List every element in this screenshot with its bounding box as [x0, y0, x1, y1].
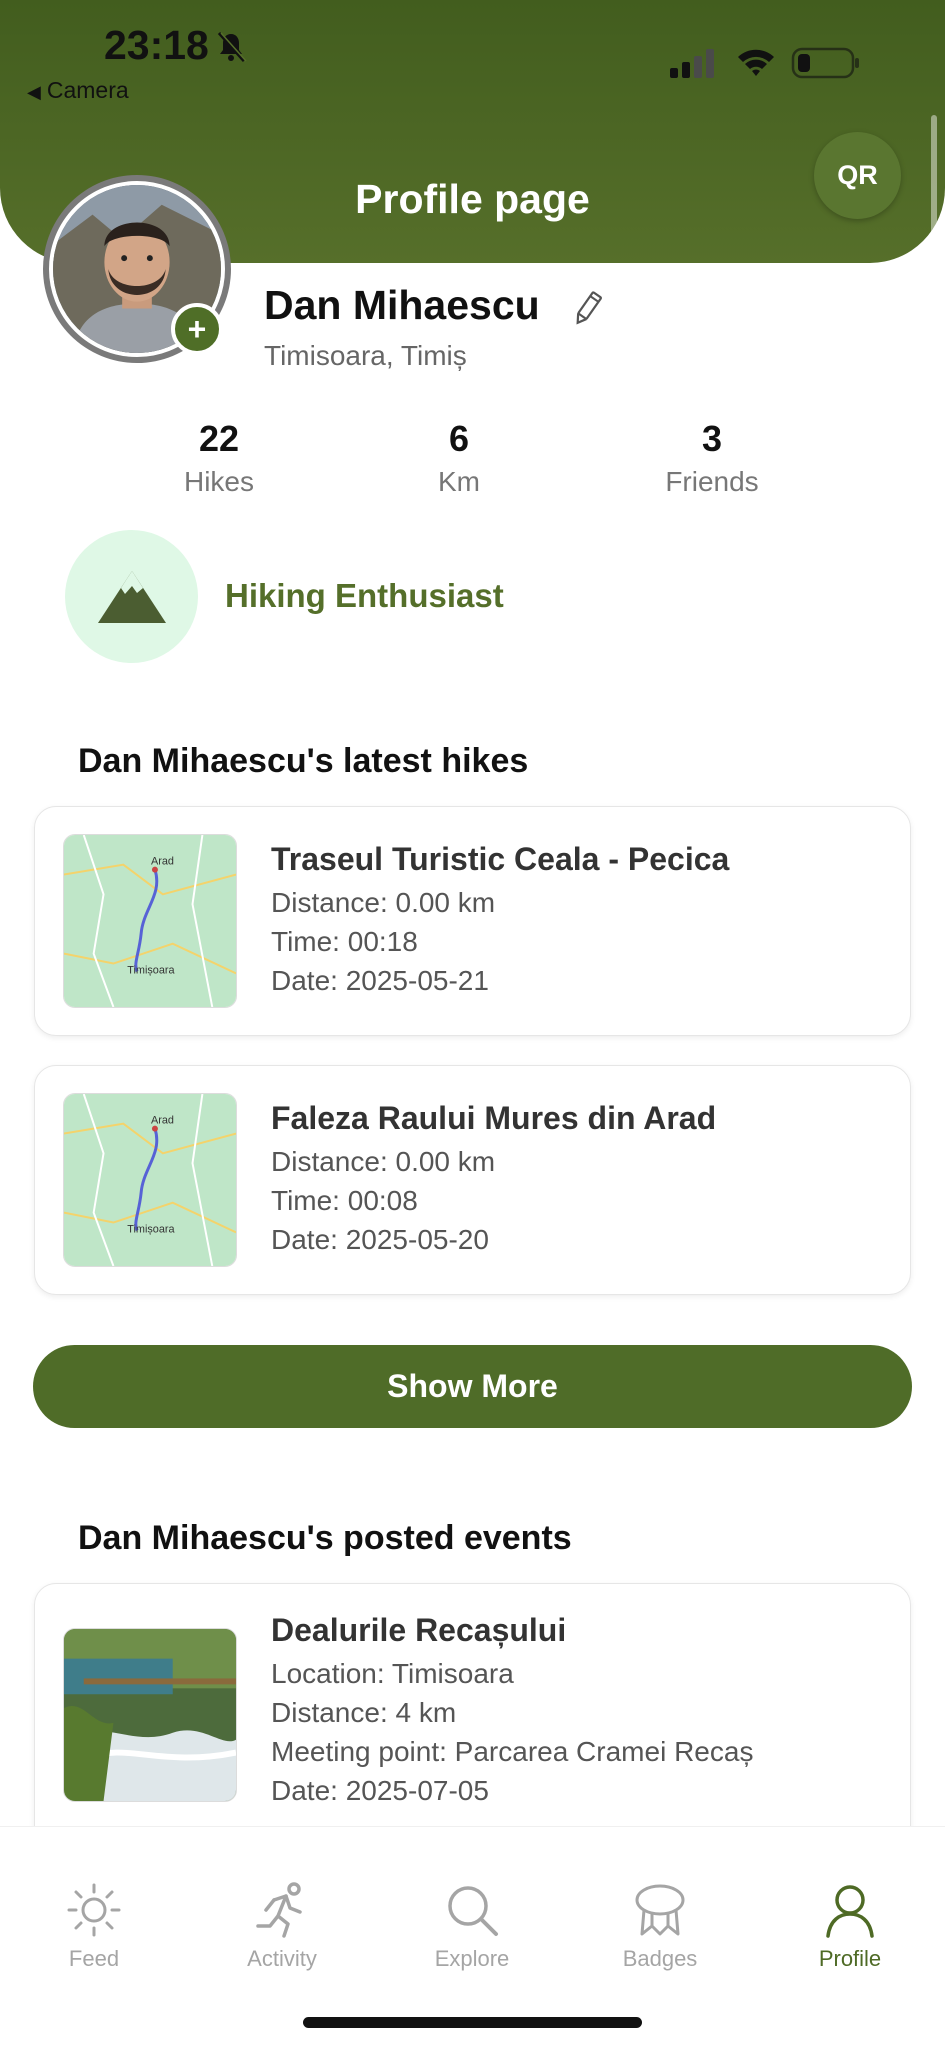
hike-time: Time: 00:08: [271, 1185, 418, 1216]
hike-name: Traseul Turistic Ceala - Pecica: [271, 841, 730, 877]
cellular-signal-icon: [670, 49, 714, 78]
tab-label: Activity: [247, 1946, 317, 1971]
mountain-icon: [97, 570, 166, 623]
tab-profile[interactable]: Profile: [780, 1880, 920, 1972]
show-more-button[interactable]: Show More: [33, 1345, 912, 1428]
wifi-icon: [738, 49, 774, 76]
hikes-section-title: Dan Mihaescu's latest hikes: [78, 742, 529, 780]
hike-name: Faleza Raului Mures din Arad: [271, 1100, 717, 1136]
event-photo: [63, 1628, 237, 1802]
tab-label: Profile: [818, 1946, 882, 1971]
hike-card[interactable]: Arad Timișoara Traseul Turistic Ceala - …: [34, 806, 911, 1036]
events-section-title: Dan Mihaescu's posted events: [78, 1519, 572, 1557]
stat-value: 22: [198, 418, 240, 459]
status-time: 23:18: [104, 22, 209, 68]
back-to-camera-link[interactable]: ◀ Camera: [27, 77, 129, 104]
hike-card[interactable]: Arad Timișoara Faleza Raului Mures din A…: [34, 1065, 911, 1295]
badge-icon: [635, 1884, 685, 1936]
add-photo-button[interactable]: +: [171, 303, 223, 355]
badge-circle[interactable]: [65, 530, 198, 663]
stat-label: Friends: [665, 466, 759, 497]
event-name: Dealurile Recașului: [271, 1612, 567, 1648]
stat-label: Km: [438, 466, 480, 497]
event-location: Location: Timisoara: [271, 1658, 514, 1689]
home-indicator[interactable]: [303, 2017, 642, 2028]
hike-map-thumbnail: Arad Timișoara: [63, 834, 237, 1008]
stat-km[interactable]: 6 Km: [359, 418, 559, 498]
hike-date: Date: 2025-05-21: [271, 965, 489, 996]
profile-location: Timisoara, Timiș: [264, 340, 467, 371]
hike-date: Date: 2025-05-20: [271, 1224, 489, 1255]
map-label: Arad: [151, 856, 174, 868]
stat-value: 3: [701, 418, 723, 459]
event-distance: Distance: 4 km: [271, 1697, 457, 1728]
stat-label: Hikes: [183, 466, 254, 497]
map-label: Arad: [151, 1115, 174, 1127]
tab-label: Feed: [68, 1946, 120, 1971]
runner-icon: [256, 1882, 302, 1938]
map-label: Timișoara: [127, 964, 175, 976]
bell-muted-icon: [217, 32, 247, 62]
battery-icon: [791, 47, 859, 79]
tab-activity[interactable]: Activity: [212, 1880, 352, 1972]
back-arrow-icon: ◀: [27, 82, 41, 102]
hike-distance: Distance: 0.00 km: [271, 887, 496, 918]
map-label: Timișoara: [127, 1223, 175, 1235]
stat-hikes[interactable]: 22 Hikes: [119, 418, 319, 498]
qr-button[interactable]: QR: [814, 132, 901, 219]
user-icon: [826, 1885, 874, 1938]
event-date: Date: 2025-07-05: [271, 1775, 489, 1806]
tab-badges[interactable]: Badges: [590, 1880, 730, 1972]
scrollbar[interactable]: [931, 115, 937, 241]
hike-map-thumbnail: Arad Timișoara: [63, 1093, 237, 1267]
tab-explore[interactable]: Explore: [402, 1880, 542, 1972]
badge-title: Hiking Enthusiast: [225, 577, 504, 614]
tab-label: Badges: [622, 1946, 698, 1971]
event-card[interactable]: Dealurile Recașului Location: Timisoara …: [34, 1583, 911, 1853]
event-meeting-point: Meeting point: Parcarea Cramei Recaș: [271, 1736, 754, 1767]
back-camera-label: Camera: [46, 77, 129, 103]
search-icon: [448, 1886, 498, 1936]
sun-icon: [67, 1883, 121, 1937]
hike-time: Time: 00:18: [271, 926, 418, 957]
edit-pencil-icon[interactable]: [568, 288, 608, 328]
profile-name: Dan Mihaescu: [264, 282, 540, 328]
stat-friends[interactable]: 3 Friends: [612, 418, 812, 498]
tab-feed[interactable]: Feed: [24, 1880, 164, 1972]
stat-value: 6: [448, 418, 470, 459]
hike-distance: Distance: 0.00 km: [271, 1146, 496, 1177]
tab-label: Explore: [434, 1946, 510, 1971]
